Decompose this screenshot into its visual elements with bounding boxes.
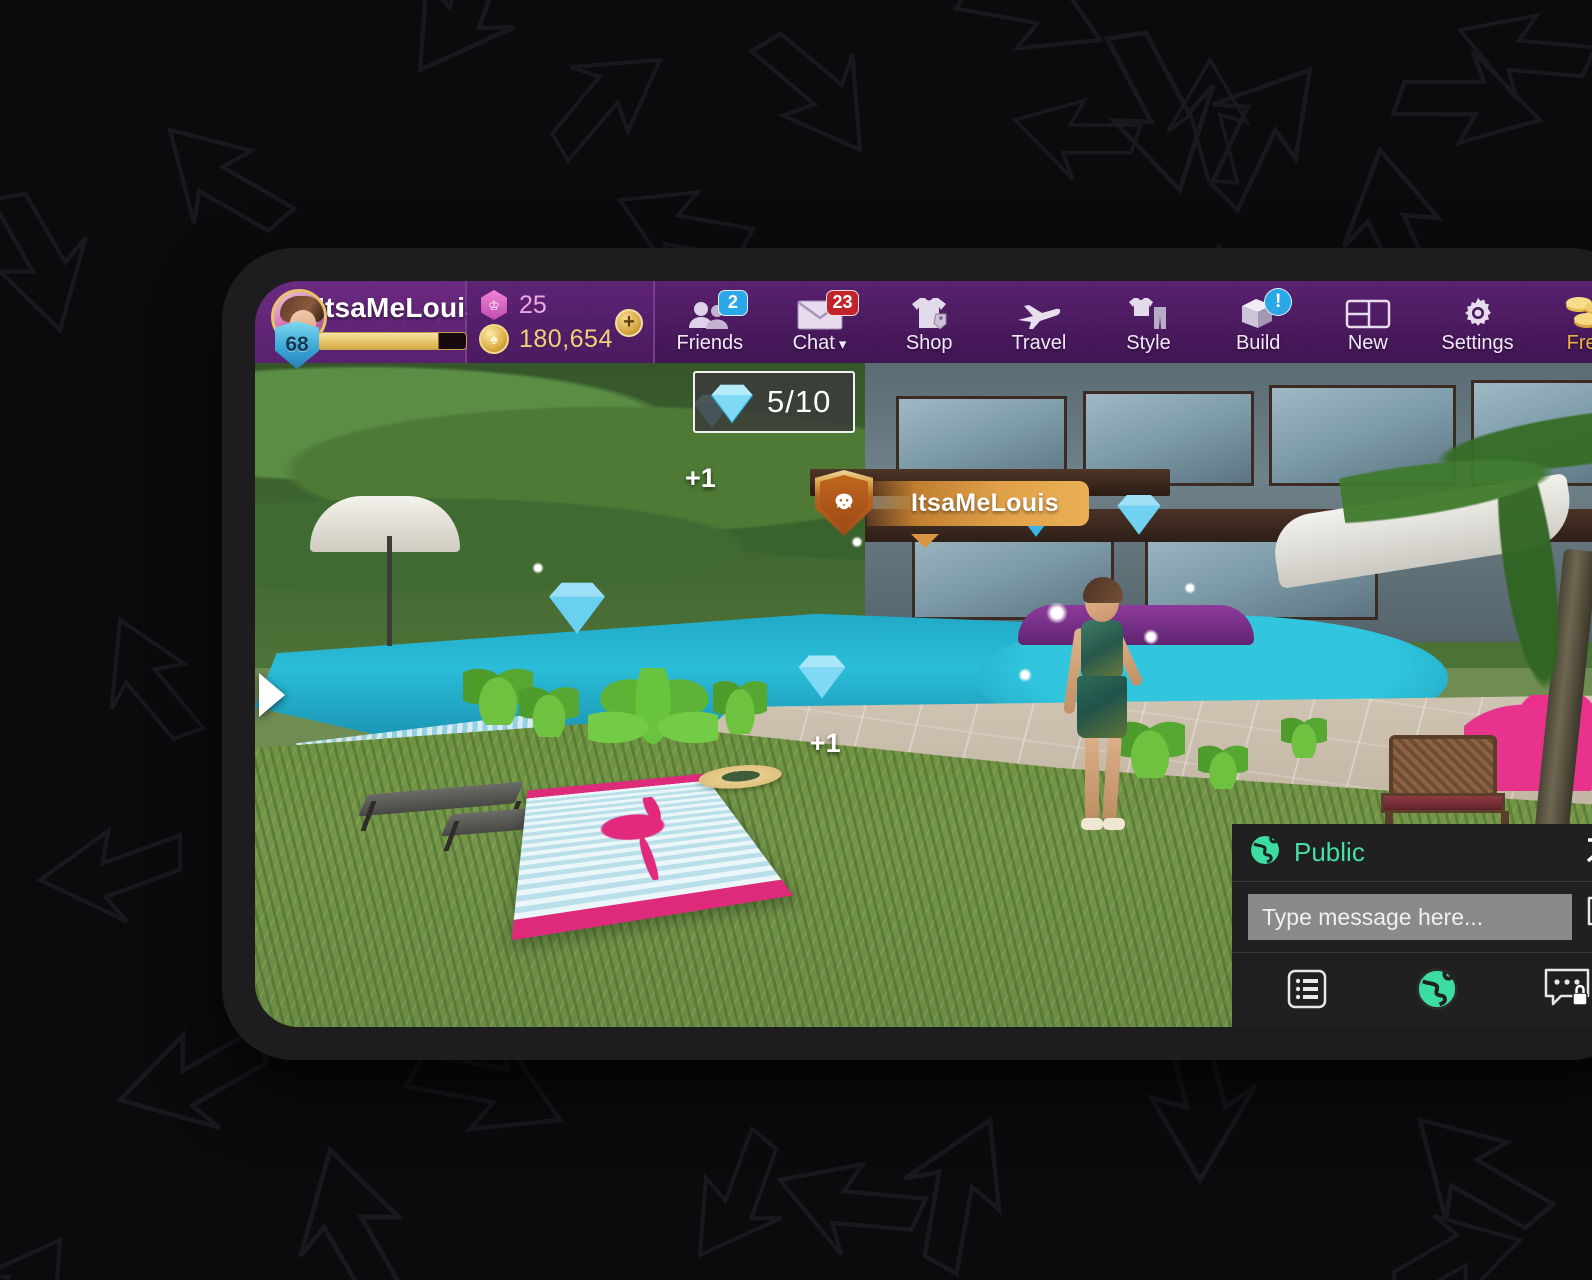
nav-label-style: Style [1126, 331, 1171, 354]
nameplate-plate: ItsaMeLouis [867, 480, 1089, 526]
top-hud-bar: 68 ItsaMeLouis ♔ 25 ♠ 180,654 + 2 Friend… [255, 281, 1592, 369]
nav-item-new[interactable]: New [1313, 281, 1423, 363]
shrub [712, 668, 767, 735]
chat-tools-row [1232, 953, 1592, 1027]
nav-item-settings[interactable]: Settings [1423, 281, 1533, 363]
nav-item-chat[interactable]: 23 Chat ▾ [765, 281, 875, 363]
gold-coin-icon: ♠ [479, 324, 509, 354]
sparkle [1045, 602, 1068, 625]
collectible-gem[interactable] [546, 575, 608, 642]
sparkle [851, 535, 864, 548]
chat-panel-header: Public [1232, 824, 1592, 882]
nav-item-style[interactable]: Style [1094, 281, 1204, 363]
envelope-icon: 23 [796, 289, 859, 330]
box-icon: ! [1238, 287, 1293, 330]
collapse-up-icon[interactable] [1584, 833, 1592, 872]
palm-tree-fronds [1327, 363, 1592, 737]
nav-item-friends[interactable]: 2 Friends [655, 281, 765, 363]
nav-label-travel: Travel [1011, 331, 1067, 354]
pickup-amount: +1 [809, 728, 841, 759]
build-badge: ! [1264, 287, 1293, 316]
nav-label-chat-text: Chat [792, 331, 835, 354]
gem-pickup-label: +1 [685, 463, 716, 494]
phone-device-frame: +1 +1 ItsaMeLouis 5/10 68 ItsaMeLouis ♔ … [222, 248, 1592, 1060]
shrub [518, 675, 579, 738]
clothes-icon [1128, 296, 1170, 330]
nameplate-name: ItsaMeLouis [911, 488, 1059, 517]
towel-flamingo-print [595, 795, 708, 887]
diamond-icon [798, 655, 846, 698]
coin-balance: 180,654 [519, 324, 613, 353]
diamond-icon [549, 583, 606, 635]
umbrella-pole [386, 535, 392, 646]
gem-pickup-label: +1 [810, 728, 841, 759]
nav-item-build[interactable]: ! Build [1203, 281, 1313, 363]
nav-label-free: Free [1566, 331, 1592, 354]
banana-plant [587, 668, 718, 779]
chat-channel-label: Public [1294, 837, 1365, 867]
chat-badge: 23 [826, 289, 859, 316]
player-nameplate[interactable]: ItsaMeLouis [815, 470, 1089, 548]
chat-message-input[interactable] [1248, 894, 1572, 940]
chevron-down-icon: ▾ [838, 335, 847, 353]
nav-item-travel[interactable]: Travel [984, 281, 1094, 363]
nav-label-build: Build [1235, 331, 1281, 354]
phone-screen: +1 +1 ItsaMeLouis 5/10 68 ItsaMeLouis ♔ … [255, 281, 1592, 1027]
chat-channel-button[interactable] [1402, 965, 1472, 1013]
shrub [1281, 708, 1328, 759]
currency-block: ♔ 25 ♠ 180,654 + [467, 281, 655, 363]
friends-icon: 2 [688, 289, 748, 330]
chat-privacy-button[interactable] [1532, 965, 1592, 1013]
hex-crown-gem-icon: ♔ [479, 290, 509, 320]
nav-label-friends: Friends [676, 331, 744, 354]
speech-bubble-icon[interactable] [1586, 895, 1592, 940]
pickup-amount: +1 [684, 462, 716, 493]
lion-shield-icon [815, 470, 873, 536]
shrub [1198, 734, 1249, 789]
diamond-icon [710, 384, 754, 424]
gem-progress-counter: 5/10 [693, 371, 856, 433]
chat-panel: Public [1232, 824, 1592, 1027]
level-badge: 68 [275, 321, 319, 369]
nav-label-shop: Shop [905, 331, 953, 354]
gem-balance: 25 [519, 290, 547, 319]
nav-item-free[interactable]: Free [1532, 281, 1592, 363]
collectible-gem[interactable] [1115, 489, 1163, 542]
layout-panels-icon [1345, 296, 1391, 330]
gear-icon [1460, 296, 1496, 330]
nav-item-shop[interactable]: Shop [874, 281, 984, 363]
airplane-icon [1016, 296, 1062, 330]
friends-badge: 2 [717, 289, 748, 316]
globe-icon [1248, 833, 1282, 872]
sparkle [1142, 628, 1159, 645]
tshirt-tag-icon [908, 296, 950, 330]
nav-label-new: New [1347, 331, 1388, 354]
xp-progress-fill [318, 333, 440, 349]
nav-label-settings: Settings [1441, 331, 1514, 354]
nav-label-chat: Chat ▾ [793, 333, 847, 353]
player-profile-block[interactable]: 68 ItsaMeLouis [255, 281, 482, 369]
chat-input-row [1232, 882, 1592, 953]
level-value: 68 [285, 333, 309, 356]
player-character-avatar[interactable] [1059, 577, 1145, 842]
diamond-icon [1117, 495, 1161, 535]
gem-progress-value: 5/10 [767, 384, 832, 419]
collectible-gem[interactable] [796, 649, 848, 706]
play-arrow-icon[interactable] [259, 673, 285, 717]
chat-list-button[interactable] [1272, 965, 1342, 1013]
main-nav: 2 Friends 23 Chat ▾ Shop Travel Style ! … [655, 281, 1592, 363]
xp-progress-bar [317, 332, 467, 350]
coin-stack-icon [1562, 296, 1592, 330]
nameplate-pointer [911, 534, 939, 548]
add-currency-button[interactable]: + [615, 309, 643, 337]
player-name: ItsaMeLouis [317, 292, 482, 323]
